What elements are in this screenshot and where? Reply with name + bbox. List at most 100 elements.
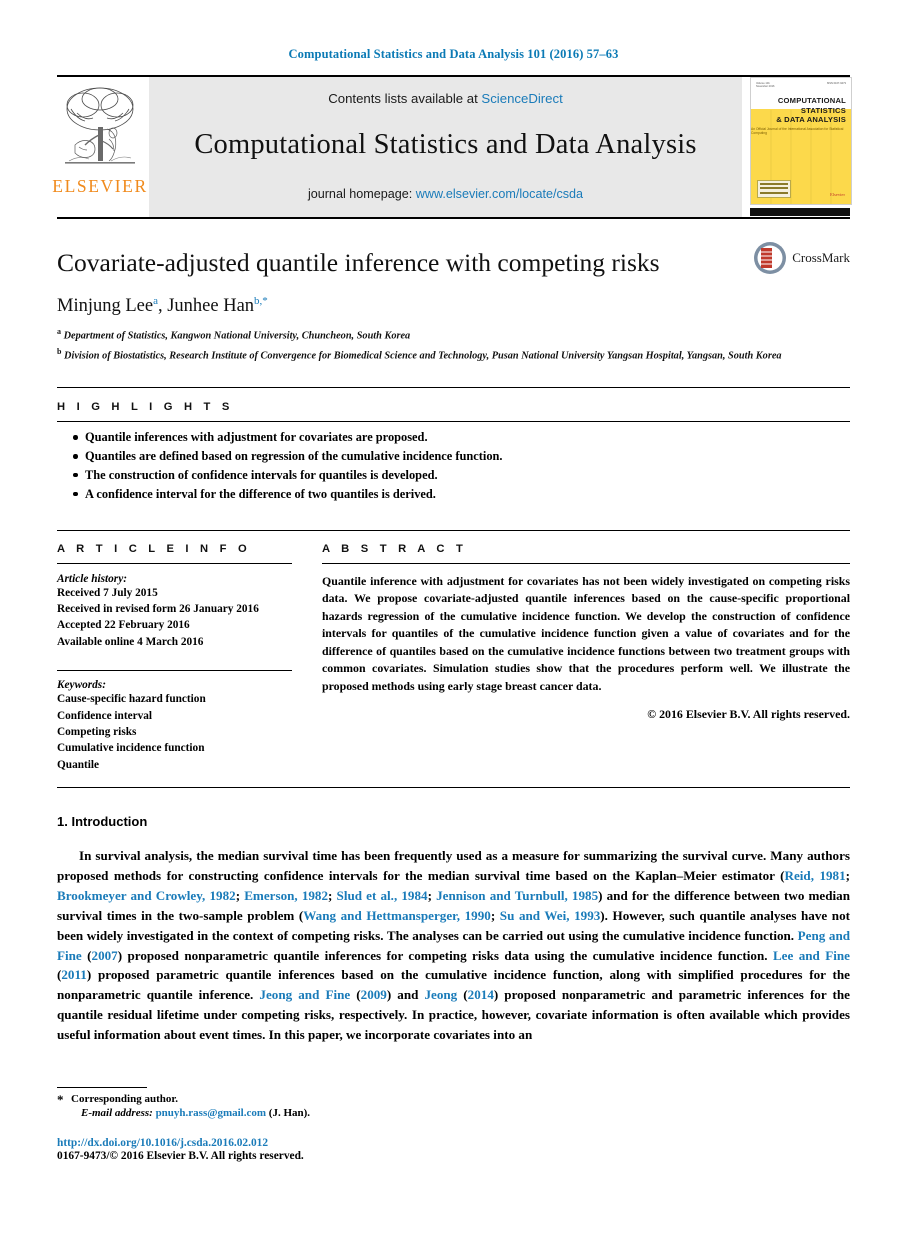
article-history-item: Received 7 July 2015 (57, 586, 158, 599)
affiliation-b: b Division of Biostatistics, Research In… (57, 346, 847, 364)
list-item: A confidence interval for the difference… (73, 485, 850, 504)
doi-link[interactable]: http://dx.doi.org/10.1016/j.csda.2016.02… (57, 1137, 477, 1149)
abstract-heading: A B S T R A C T (322, 542, 468, 555)
intro-text: In survival analysis, the median surviva… (57, 848, 850, 883)
affiliation-b-text: Division of Biostatistics, Research Inst… (64, 350, 782, 362)
citation-link[interactable]: Jeong and Fine (259, 987, 350, 1002)
contents-prefix: Contents lists available at (328, 91, 482, 106)
citation-link[interactable]: Emerson, 1982 (244, 888, 328, 903)
intro-text: ) and (386, 987, 425, 1003)
citation-link[interactable]: 2009 (361, 987, 387, 1002)
abstract-column: A B S T R A C T Quantile inference with … (322, 543, 850, 773)
intro-text: ) proposed nonparametric quantile infere… (117, 947, 773, 963)
article-history-item: Received in revised form 26 January 2016 (57, 603, 259, 616)
asterisk-icon: * (57, 1092, 64, 1107)
page-title: Covariate-adjusted quantile inference wi… (57, 248, 660, 277)
author-name-2: Junhee Han (167, 296, 255, 317)
homepage-prefix: journal homepage: (307, 187, 416, 201)
affiliation-a-text: Department of Statistics, Kangwon Nation… (63, 330, 411, 342)
cover-issn-text: ISSN 0167-9473 (826, 82, 846, 85)
abstract-copyright: © 2016 Elsevier B.V. All rights reserved… (647, 707, 850, 722)
author-1-affiliation-mark[interactable]: a (153, 295, 158, 307)
article-info-column: A R T I C L E I N F O Article history: R… (57, 543, 292, 773)
citation-link[interactable]: Jennison and Turnbull, 1985 (436, 888, 598, 903)
email-owner: (J. Han). (268, 1107, 311, 1119)
abstract-bottom-rule (57, 787, 850, 789)
citation-link[interactable]: Slud et al., 1984 (337, 888, 428, 903)
journal-homepage-line: journal homepage: www.elsevier.com/locat… (308, 187, 583, 201)
intro-text: ( (457, 987, 468, 1003)
citation-link[interactable]: 2011 (61, 967, 86, 982)
crossmark-icon (754, 242, 787, 274)
cover-issn-badge (757, 180, 791, 198)
article-info-heading: A R T I C L E I N F O (57, 542, 251, 555)
journal-homepage-link[interactable]: www.elsevier.com/locate/csda (416, 187, 583, 201)
citation-link[interactable]: Lee and Fine (773, 948, 850, 963)
sciencedirect-link[interactable]: ScienceDirect (481, 91, 562, 106)
email-link[interactable]: pnuyh.rass@gmail.com (156, 1107, 266, 1119)
journal-banner: ELSEVIER Contents lists available at Sci… (52, 75, 852, 217)
author-name-1: Minjung Lee (57, 296, 154, 317)
title-block: Covariate-adjusted quantile inference wi… (57, 219, 850, 364)
intro-text: ; (235, 887, 245, 903)
keywords-block: Keywords: Cause-specific hazard function… (57, 670, 292, 773)
article-history-item: Accepted 22 February 2016 (57, 619, 190, 632)
abstract-divider (322, 562, 850, 564)
keywords-label: Keywords: (57, 679, 106, 692)
article-info-divider (57, 562, 292, 564)
intro-text: ; (845, 867, 851, 883)
intro-text: ; (328, 887, 337, 903)
highlights-section: H I G H L I G H T S Quantile inferences … (57, 387, 850, 503)
journal-cover-thumbnail: Volume 101 November 2016 ISSN 0167-9473 C… (750, 77, 852, 217)
citation-link[interactable]: Brookmeyer and Crowley, 1982 (57, 888, 236, 903)
citation-link[interactable]: 2007 (92, 948, 118, 963)
citation-link[interactable]: Jeong (424, 987, 457, 1002)
intro-text: ( (81, 947, 92, 963)
citation-link[interactable]: 2014 (468, 987, 494, 1002)
citation-link[interactable]: Wang and Hettmansperger, 1990 (303, 908, 491, 923)
elsevier-wordmark: ELSEVIER (52, 176, 148, 196)
journal-banner-center: Contents lists available at ScienceDirec… (149, 77, 742, 217)
email-label: E-mail address: (81, 1107, 153, 1119)
article-first-page: Computational Statistics and Data Analys… (0, 0, 907, 1238)
article-history-label: Article history: (57, 572, 127, 585)
list-item: The construction of confidence intervals… (73, 466, 850, 485)
contents-available-line: Contents lists available at ScienceDirec… (328, 91, 563, 106)
section-heading-introduction: 1. Introduction (57, 814, 148, 830)
author-2-affiliation-mark[interactable]: b,* (254, 295, 268, 307)
elsevier-tree-icon (63, 83, 137, 175)
footnote-rule (57, 1087, 147, 1088)
list-item: Quantiles are defined based on regressio… (73, 447, 850, 466)
highlights-list: Quantile inferences with adjustment for … (57, 422, 850, 503)
cover-bottom-bar (750, 208, 850, 216)
journal-title: Computational Statistics and Data Analys… (194, 129, 697, 160)
page-footer: * Corresponding author. E-mail address: p… (57, 1087, 477, 1162)
cover-volume-text: Volume 101 November 2016 (756, 82, 775, 89)
info-abstract-section: A R T I C L E I N F O Article history: R… (57, 529, 850, 773)
issn-copyright: 0167-9473/© 2016 Elsevier B.V. All right… (57, 1150, 304, 1162)
keyword-item: Confidence interval (57, 709, 153, 722)
citation-link[interactable]: Reid, 1981 (785, 868, 846, 883)
author-list: Minjung Leea, Junhee Hanb,* (57, 295, 268, 317)
intro-text: ; (427, 887, 437, 903)
introduction-paragraph: In survival analysis, the median surviva… (57, 846, 850, 1045)
citation-link[interactable]: Su and Wei, 1993 (500, 908, 601, 923)
affiliation-a-mark: a (57, 327, 61, 337)
article-history-item: Available online 4 March 2016 (57, 635, 204, 648)
keyword-item: Competing risks (57, 725, 137, 738)
email-note: E-mail address: pnuyh.rass@gmail.com (J.… (57, 1107, 477, 1119)
journal-cover-image: Volume 101 November 2016 ISSN 0167-9473 C… (750, 77, 852, 205)
crossmark-label: CrossMark (792, 250, 850, 265)
list-item: Quantile inferences with adjustment for … (73, 428, 850, 447)
cover-subtitle: An Official Journal of the International… (751, 127, 844, 135)
highlights-heading: H I G H L I G H T S (57, 401, 234, 414)
corresponding-author-text: Corresponding author. (71, 1093, 178, 1105)
elsevier-logo: ELSEVIER (52, 77, 146, 217)
keyword-item: Cumulative incidence function (57, 742, 205, 755)
crossmark-badge[interactable]: CrossMark (753, 241, 850, 275)
corresponding-author-note: * Corresponding author. (57, 1092, 477, 1107)
abstract-body: Quantile inference with adjustment for c… (322, 573, 850, 693)
cover-title: COMPUTATIONAL STATISTICS & DATA ANALYSIS (776, 96, 846, 125)
keyword-item: Quantile (57, 758, 100, 771)
keyword-item: Cause-specific hazard function (57, 693, 206, 706)
